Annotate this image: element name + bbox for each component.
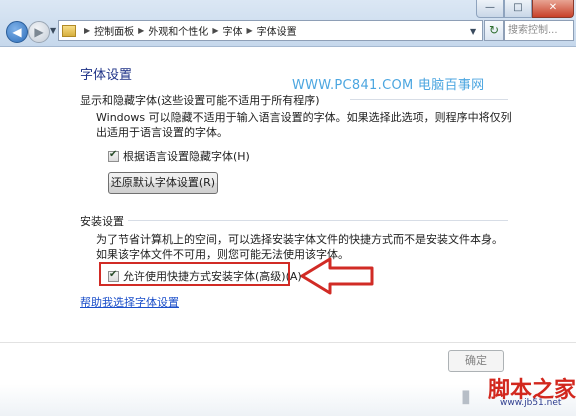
breadcrumb-font-settings[interactable]: 字体设置 xyxy=(257,23,297,38)
hide-fonts-checkbox-row[interactable]: ✔ 根据语言设置隐藏字体(H) xyxy=(108,148,250,164)
breadcrumb-separator-icon[interactable]: ▶ xyxy=(84,26,90,35)
search-input[interactable]: 搜索控制... xyxy=(504,20,574,41)
hide-fonts-checkbox-label[interactable]: 根据语言设置隐藏字体(H) xyxy=(123,148,250,164)
page-title: 字体设置 xyxy=(80,68,133,83)
brand-url: www.jb51.net xyxy=(500,398,562,408)
back-button[interactable]: ◀ xyxy=(6,21,28,43)
address-dropdown[interactable]: ▼ xyxy=(470,27,476,36)
explorer-toolbar: — □ ✕ ◀ ▶ ▼ ▶ 控制面板 ▶ 外观和个性化 ▶ 字体 ▶ 字体设置 … xyxy=(0,0,576,47)
minimize-button[interactable]: — xyxy=(476,0,504,18)
recent-pages-dropdown[interactable]: ▼ xyxy=(50,26,56,35)
footer-divider xyxy=(0,342,576,343)
annotation-arrow-icon xyxy=(300,257,374,295)
window-controls: — □ ✕ xyxy=(476,0,574,18)
breadcrumb-control-panel[interactable]: 控制面板 xyxy=(94,23,134,38)
refresh-button[interactable]: ↻ xyxy=(484,20,504,41)
breadcrumb-appearance[interactable]: 外观和个性化 xyxy=(148,23,208,38)
hide-fonts-description: Windows 可以隐藏不适用于输入语言设置的字体。如果选择此选项，则程序中将仅… xyxy=(96,111,512,139)
search-placeholder: 搜索控制... xyxy=(508,25,558,36)
chevron-down-icon: ▼ xyxy=(470,27,477,36)
help-link[interactable]: 帮助我选择字体设置 xyxy=(80,294,179,310)
hide-fonts-checkbox[interactable]: ✔ xyxy=(108,148,119,162)
section-divider xyxy=(128,220,508,221)
section-heading-hide-fonts: 显示和隐藏字体(这些设置可能不适用于所有程序) xyxy=(80,94,320,107)
ok-button[interactable]: 确定 xyxy=(448,350,504,372)
forward-button[interactable]: ▶ xyxy=(28,21,50,43)
watermark: WWW.PC841.COM 电脑百事网 xyxy=(292,78,485,93)
close-button[interactable]: ✕ xyxy=(532,0,574,18)
breadcrumb-separator-icon[interactable]: ▶ xyxy=(138,26,144,35)
maximize-icon: □ xyxy=(513,2,523,13)
logo-icon: ▮ xyxy=(461,386,471,407)
address-bar[interactable]: ▶ 控制面板 ▶ 外观和个性化 ▶ 字体 ▶ 字体设置 xyxy=(58,20,483,41)
annotation-highlight-box xyxy=(99,262,290,286)
restore-default-font-settings-button[interactable]: 还原默认字体设置(R) xyxy=(108,172,218,194)
close-icon: ✕ xyxy=(548,2,558,13)
section-heading-install: 安装设置 xyxy=(80,215,124,228)
refresh-icon: ↻ xyxy=(488,23,500,37)
chevron-down-icon: ▼ xyxy=(50,26,57,35)
breadcrumb-separator-icon[interactable]: ▶ xyxy=(246,26,252,35)
maximize-button[interactable]: □ xyxy=(504,0,532,18)
folder-icon xyxy=(62,24,76,37)
minimize-icon: — xyxy=(485,2,495,13)
breadcrumb-separator-icon[interactable]: ▶ xyxy=(212,26,218,35)
breadcrumb-fonts[interactable]: 字体 xyxy=(222,23,242,38)
forward-arrow-icon: ▶ xyxy=(34,25,44,39)
checkmark-icon: ✔ xyxy=(109,148,118,160)
back-arrow-icon: ◀ xyxy=(12,25,22,39)
section-divider xyxy=(350,99,508,100)
